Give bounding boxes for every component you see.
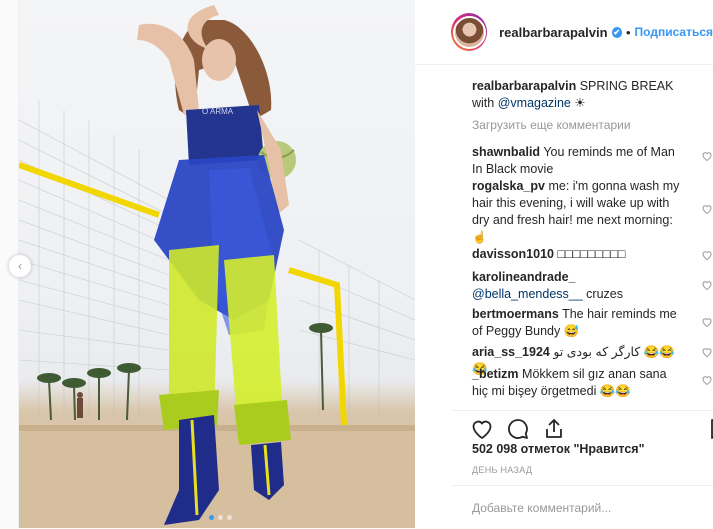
comment-text: cruzes <box>586 287 623 301</box>
comment-like-heart-icon[interactable] <box>701 203 713 215</box>
svg-text:O ARMA: O ARMA <box>202 107 234 116</box>
heart-icon[interactable] <box>470 417 494 441</box>
comment-username[interactable]: _betizm <box>472 367 519 381</box>
verified-badge-icon: ✔ <box>611 26 622 38</box>
hand-cursor-icon: ☝ <box>472 230 487 244</box>
likes-count[interactable]: 502 098 отметок "Нравится" <box>472 442 645 456</box>
carousel-dot <box>218 515 223 520</box>
carousel-dot-active <box>209 515 214 520</box>
comment-username[interactable]: shawnbalid <box>472 145 540 159</box>
comment-like-heart-icon[interactable] <box>701 279 713 291</box>
caption-username[interactable]: realbarbarapalvin <box>472 79 576 93</box>
sun-emoji-icon: ☀ <box>574 96 586 110</box>
carousel-dot <box>227 515 232 520</box>
comment-icon[interactable] <box>506 417 530 441</box>
post-actions <box>451 410 713 443</box>
comment-username[interactable]: rogalska_pv <box>472 179 545 193</box>
author-username[interactable]: realbarbarapalvin <box>499 25 607 40</box>
carousel-dots <box>209 515 232 520</box>
load-more-comments-button[interactable]: Загрузить еще комментарии <box>472 118 631 132</box>
comment-like-heart-icon[interactable] <box>701 249 713 261</box>
carousel-prev-button[interactable]: ‹ <box>9 255 31 277</box>
comment-item: davisson1010 □□□□□□□□□ <box>472 246 684 263</box>
comment-like-heart-icon[interactable] <box>701 346 713 358</box>
post-header: realbarbarapalvin ✔ • Подписаться <box>415 0 713 65</box>
add-comment-field[interactable]: Добавьте комментарий... <box>451 485 713 529</box>
comment-like-heart-icon[interactable] <box>701 374 713 386</box>
add-comment-placeholder[interactable]: Добавьте комментарий... <box>472 501 611 515</box>
share-icon[interactable] <box>542 417 566 441</box>
follow-button[interactable]: Подписаться <box>635 25 713 39</box>
comment-item: karolineandrade_ @bella_mendess__ cruzes <box>472 269 684 303</box>
comment-username[interactable]: aria_ss_1924 <box>472 345 550 359</box>
comment-username[interactable]: karolineandrade_ <box>472 270 576 284</box>
comment-like-heart-icon[interactable] <box>701 316 713 328</box>
comment-text: □□□□□□□□□ <box>557 247 626 261</box>
caption-mention[interactable]: @vmagazine <box>498 96 571 110</box>
avatar-story-ring[interactable] <box>451 13 488 51</box>
comment-item: shawnbalid You reminds me of Man In Blac… <box>472 144 684 178</box>
post-timestamp[interactable]: ДЕНЬ НАЗАД <box>472 465 532 475</box>
comment-item: rogalska_pv me: i'm gonna wash my hair t… <box>472 178 684 246</box>
comment-like-heart-icon[interactable] <box>701 150 713 162</box>
bookmark-icon[interactable] <box>707 417 713 441</box>
avatar[interactable] <box>452 15 486 49</box>
comments-list[interactable]: realbarbarapalvin SPRING BREAK with @vma… <box>415 74 713 406</box>
header-separator: • <box>625 24 631 40</box>
chevron-left-icon: ‹ <box>18 259 22 273</box>
photo-illustration: O ARMA <box>19 5 415 528</box>
post-modal: O ARMA ‹ realbarbarapalvin ✔ • Подписать… <box>9 0 713 528</box>
comment-item: bertmoermans The hair reminds me of Pegg… <box>472 306 684 340</box>
comment-username[interactable]: davisson1010 <box>472 247 554 261</box>
post-sidebar: realbarbarapalvin ✔ • Подписаться realba… <box>415 0 713 528</box>
comment-username[interactable]: bertmoermans <box>472 307 559 321</box>
post-photo[interactable]: O ARMA <box>19 0 415 528</box>
comment-item: _betizm Mökkem sil gız anan sana hiç mi … <box>472 366 684 400</box>
post-caption: realbarbarapalvin SPRING BREAK with @vma… <box>472 78 697 112</box>
comment-mention[interactable]: @bella_mendess__ <box>472 287 583 301</box>
